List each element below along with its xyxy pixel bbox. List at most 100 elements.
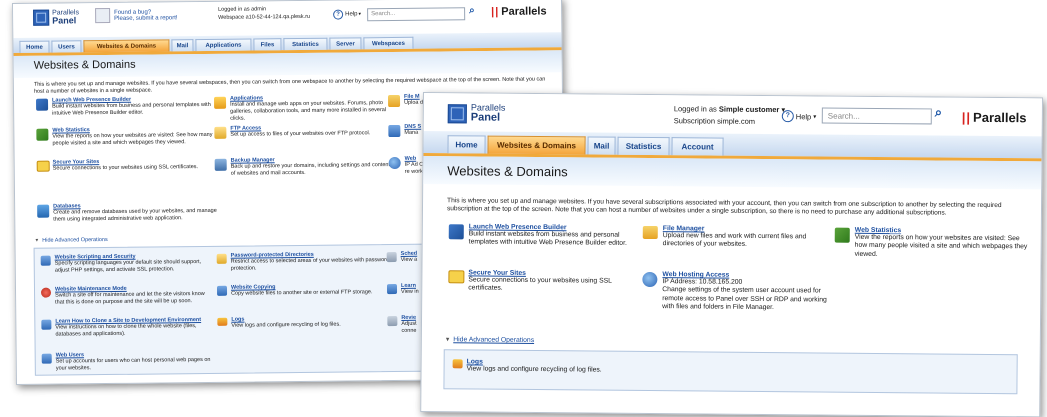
maintenance-mode-desc: Switch a site off for maintenance and le… bbox=[55, 290, 205, 306]
item-backup-manager: Backup Manager Back up and restore your … bbox=[214, 156, 391, 178]
advanced-operations-panel: Logs View logs and configure recycling o… bbox=[443, 349, 1018, 395]
tab-home[interactable]: Home bbox=[447, 135, 486, 154]
triangle-down-icon: ▾ bbox=[445, 336, 450, 344]
website-copying-icon bbox=[216, 285, 228, 296]
clone-site-icon bbox=[41, 319, 52, 330]
item-web-hosting-access: Web Hosting Access IP Address: 10.58.165… bbox=[642, 271, 840, 314]
help-menu[interactable]: ? Help ▾ bbox=[333, 9, 362, 20]
logs-desc: View logs and configure recycling of log… bbox=[231, 321, 341, 329]
chevron-down-icon: ▾ bbox=[358, 11, 362, 18]
web-presence-builder-icon bbox=[36, 98, 49, 111]
parallels-panel-logo: Parallels Panel bbox=[447, 102, 505, 124]
web-users-desc: Set up accounts for users who can host p… bbox=[55, 356, 211, 372]
chevron-down-icon: ▾ bbox=[813, 113, 817, 120]
tab-files[interactable]: Files bbox=[253, 38, 282, 51]
password-directories-desc: Restrict access to selected areas of you… bbox=[230, 257, 390, 272]
adv-item-logs: Logs View logs and configure recycling o… bbox=[452, 358, 667, 375]
triangle-down-icon: ▾ bbox=[35, 237, 39, 244]
tab-websites-domains[interactable]: Websites & Domains bbox=[487, 135, 586, 155]
tab-account[interactable]: Account bbox=[671, 137, 724, 156]
parallels-panel-logo: Parallels Panel bbox=[33, 9, 79, 26]
adv-item-maintenance: Website Maintenance Mode Switch a site o… bbox=[40, 285, 215, 307]
tab-websites-domains[interactable]: Websites & Domains bbox=[83, 39, 170, 53]
item-web-statistics: Web Statistics View the reports on how y… bbox=[36, 126, 222, 148]
support-info: Logged in as admin Webspace a10-52-44-12… bbox=[218, 5, 310, 22]
adv-item-scripting: Website Scripting and Security Specify s… bbox=[40, 253, 215, 275]
parallels-brand: || Parallels bbox=[961, 109, 1027, 126]
web-presence-builder-desc: Build instant websites from business and… bbox=[52, 101, 211, 117]
secure-sites-desc: Secure connections to your websites usin… bbox=[52, 164, 199, 172]
tab-server[interactable]: Server bbox=[329, 37, 362, 50]
tab-applications[interactable]: Applications bbox=[195, 38, 252, 52]
subscription-line[interactable]: Subscription simple.com bbox=[674, 115, 785, 128]
search-icon[interactable]: ⌕ bbox=[935, 105, 942, 120]
hide-advanced-toggle[interactable]: ▾ Hide Advanced Operations bbox=[446, 335, 534, 344]
web-hosting-access-icon bbox=[642, 271, 658, 288]
logo-text-line2: Panel bbox=[52, 15, 77, 26]
item-web-presence-builder: Launch Web Presence Builder Build instan… bbox=[36, 96, 222, 118]
web-users-icon bbox=[41, 353, 52, 364]
ssl-certificate-icon bbox=[36, 160, 50, 172]
logs-icon bbox=[217, 317, 228, 326]
hide-advanced-toggle[interactable]: ▾ Hide Advanced Operations bbox=[35, 237, 107, 244]
web-statistics-icon bbox=[834, 227, 850, 243]
tab-mail[interactable]: Mail bbox=[587, 136, 616, 155]
help-menu[interactable]: ? Help ▾ bbox=[781, 110, 817, 123]
bug-icon bbox=[95, 7, 111, 24]
website-copying-desc: Copy website files to another site or ex… bbox=[231, 289, 373, 297]
bug-link-line2: Please, submit a report! bbox=[114, 14, 178, 22]
search-input[interactable]: Search... bbox=[367, 7, 466, 22]
logo-mark-icon bbox=[33, 9, 50, 26]
review-icon bbox=[387, 315, 398, 327]
scripting-icon bbox=[40, 255, 51, 266]
item-secure-sites: Secure Your Sites Secure connections to … bbox=[36, 158, 223, 173]
tab-mail[interactable]: Mail bbox=[171, 39, 194, 52]
ftp-access-desc: Set up access to files of your websites … bbox=[230, 130, 371, 138]
web-hosting-access-desc: Change settings of the system user accou… bbox=[662, 286, 827, 312]
databases-icon bbox=[37, 204, 50, 218]
adv-item-clone: Learn How to Clone a Site to Development… bbox=[41, 317, 215, 339]
adv-item-password-dirs: Password-protected Directories Restrict … bbox=[216, 251, 391, 273]
login-prefix: Logged in as bbox=[673, 104, 717, 114]
login-user[interactable]: Simple customer bbox=[719, 105, 780, 115]
item-ftp-access: FTP Access Set up access to files of you… bbox=[214, 124, 390, 139]
tab-webspaces[interactable]: Webspaces bbox=[363, 36, 414, 50]
file-manager-desc: Upload new files and work with current f… bbox=[662, 232, 807, 249]
tab-home[interactable]: Home bbox=[19, 40, 50, 53]
web-statistics-desc: View the reports on how your websites ar… bbox=[854, 233, 1028, 258]
web-statistics-icon bbox=[36, 128, 49, 141]
logo-text-line2: Panel bbox=[470, 111, 501, 124]
item-databases: Databases Create and remove databases us… bbox=[37, 202, 223, 224]
backup-manager-desc: Back up and restore your domains, includ… bbox=[230, 162, 391, 177]
search-input[interactable]: Search... bbox=[821, 107, 932, 125]
bug-report-link[interactable]: Found a bug? Please, submit a report! bbox=[95, 7, 178, 24]
adv-item-copying: Website Copying Copy website files to an… bbox=[216, 283, 391, 298]
ftp-access-icon bbox=[214, 126, 227, 139]
item-secure-sites: Secure Your Sites Secure connections to … bbox=[448, 269, 646, 295]
page-title: Websites & Domains bbox=[447, 163, 568, 180]
databases-desc: Create and remove databases used by your… bbox=[53, 207, 217, 223]
web-hosting-access-icon bbox=[388, 156, 401, 170]
page-title: Websites & Domains bbox=[33, 58, 136, 72]
help-icon: ? bbox=[781, 110, 794, 123]
file-manager-icon bbox=[387, 94, 401, 108]
search-icon[interactable]: ⌕ bbox=[469, 5, 475, 16]
login-info: Logged in as Simple customer ▾ Subscript… bbox=[674, 103, 786, 127]
web-statistics-desc: View the reports on how your websites ar… bbox=[52, 131, 213, 147]
learn-icon bbox=[386, 283, 398, 295]
tab-users[interactable]: Users bbox=[51, 40, 82, 53]
tab-statistics[interactable]: Statistics bbox=[283, 37, 328, 51]
dns-settings-icon bbox=[388, 124, 401, 138]
logs-icon bbox=[452, 359, 463, 369]
support-line2: Webspace a10-52-44-124.qa.plesk.ru bbox=[218, 14, 311, 22]
page-intro: This is where you set up and manage webs… bbox=[446, 197, 1002, 217]
item-web-statistics: Web Statistics View the reports on how y… bbox=[834, 227, 1033, 261]
tab-statistics[interactable]: Statistics bbox=[617, 136, 670, 156]
logs-desc: View logs and configure recycling of log… bbox=[466, 365, 602, 374]
help-icon: ? bbox=[333, 9, 344, 20]
help-label: Help bbox=[795, 111, 812, 121]
clone-site-desc: View instructions on how to clone the wh… bbox=[55, 323, 197, 338]
password-directories-icon bbox=[216, 253, 227, 264]
secure-sites-desc: Secure connections to your websites usin… bbox=[468, 276, 612, 293]
front-screenshot: Parallels Panel Logged in as Simple cust… bbox=[420, 92, 1043, 417]
